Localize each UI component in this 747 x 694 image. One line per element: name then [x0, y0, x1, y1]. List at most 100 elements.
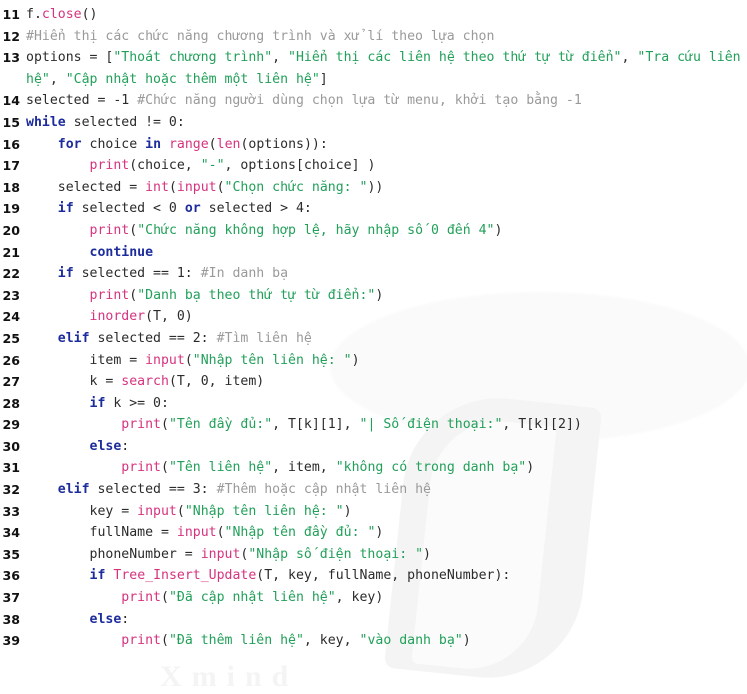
token-plain: fullName =: [26, 525, 177, 541]
line-number: 21: [2, 244, 20, 260]
token-plain: ): [462, 633, 471, 649]
code-line: 26 item = input("Nhập tên liên hệ: "): [0, 350, 747, 372]
token-plain: choice: [81, 136, 146, 152]
token-plain: selected == 2:: [89, 330, 217, 346]
token-fn: len: [216, 136, 241, 152]
line-source: else:: [26, 609, 747, 631]
line-source: elif selected == 2: #Tìm liên hệ: [26, 328, 747, 350]
code-line: 35 phoneNumber = input("Nhập số điện tho…: [0, 544, 747, 566]
code-line: 17 print(choice, "-", options[choice] ): [0, 155, 747, 177]
token-kw: for: [57, 136, 82, 152]
token-plain: (T, 0): [145, 309, 193, 325]
token-fn: input: [145, 352, 185, 368]
line-number: 15: [2, 114, 20, 130]
token-kw: else: [89, 438, 122, 454]
line-number: 13: [2, 50, 20, 66]
line-source: continue: [26, 242, 747, 264]
token-plain: (: [208, 136, 217, 152]
token-fn: close: [41, 7, 82, 22]
token-str: "Nhập tên liên hệ: ": [184, 503, 344, 519]
token-plain: , key): [335, 590, 384, 606]
token-plain: :: [121, 438, 130, 454]
token-plain: (: [216, 525, 225, 541]
token-plain: ): [343, 503, 352, 519]
token-plain: item =: [26, 352, 146, 368]
token-com: #Chức năng người dùng chọn lựa từ menu, …: [137, 93, 582, 109]
token-kw: if: [57, 201, 74, 217]
token-plain: (: [184, 352, 193, 368]
token-plain: ): [494, 222, 503, 238]
token-plain: (: [160, 460, 169, 476]
line-source: if selected < 0 or selected > 4:: [26, 198, 747, 220]
token-fn: print: [89, 158, 130, 174]
line-number: 27: [2, 374, 20, 390]
code-line: 30 else:: [0, 436, 747, 458]
token-fn: print: [121, 460, 161, 476]
code-line: 27 k = search(T, 0, item): [0, 371, 747, 393]
token-plain: (: [216, 179, 225, 195]
code-line: 13 options = ["Thoát chương trình", "Hiển…: [0, 47, 747, 90]
line-source: while selected != 0:: [26, 112, 747, 134]
token-kw: else: [89, 611, 122, 627]
code-line: 34 fullName = input("Nhập tên đầy đủ: "): [0, 522, 747, 544]
line-source: if Tree_Insert_Update(T, key, fullName, …: [26, 565, 747, 587]
token-fn: print: [121, 590, 161, 606]
token-fn: input: [200, 546, 241, 562]
code-line: 24 inorder(T, 0): [0, 306, 747, 328]
line-number: 36: [2, 568, 20, 584]
token-kw: elif: [57, 482, 90, 498]
token-com: #Tìm liên hệ: [216, 330, 312, 346]
token-fn: print: [121, 633, 161, 649]
line-number: 38: [2, 611, 20, 627]
token-plain: :: [121, 611, 130, 627]
line-source: if selected == 1: #In danh bạ: [26, 263, 747, 285]
line-source: item = input("Nhập tên liên hệ: "): [26, 350, 747, 372]
line-source: print("Chức năng không hợp lệ, hãy nhập …: [26, 220, 747, 242]
line-source: print("Tên đầy đủ:", T[k][1], "| Số điện…: [26, 414, 747, 436]
line-number: 11: [2, 7, 20, 22]
token-com: #Hiển thị các chức năng chương trình và …: [26, 28, 495, 44]
token-plain: (: [129, 287, 138, 303]
line-number: 22: [2, 266, 20, 282]
line-number: 20: [2, 222, 20, 238]
token-plain: ): [423, 546, 431, 562]
line-source: print("Đã cập nhật liên hệ", key): [26, 587, 747, 609]
token-plain: k =: [26, 374, 122, 390]
token-str: "Nhập tên liên hệ: ": [192, 352, 352, 368]
token-plain: ): [351, 352, 360, 368]
token-str: "Hiển thị các liên hệ theo thứ tự từ điể…: [288, 50, 622, 66]
token-plain: (: [168, 179, 177, 195]
line-source: options = ["Thoát chương trình", "Hiển t…: [26, 47, 747, 90]
token-fn: Tree_Insert_Update: [113, 568, 257, 584]
token-plain: options = [: [26, 50, 114, 66]
token-str: "Tên liên hệ": [168, 460, 273, 476]
code-line: 31 print("Tên liên hệ", item, "không có …: [0, 457, 747, 479]
code-line: 21 continue: [0, 242, 747, 264]
token-plain: ,: [272, 50, 289, 66]
token-com: #In danh bạ: [200, 266, 289, 282]
code-line: 33 key = input("Nhập tên liên hệ: "): [0, 501, 747, 523]
code-listing[interactable]: 11 f.close() 12 #Hiển thị các chức năng chư…: [0, 0, 747, 652]
line-number: 34: [2, 525, 20, 541]
token-plain: (T, key, fullName, phoneNumber):: [256, 568, 511, 584]
token-plain: selected != 0:: [65, 114, 185, 130]
line-source: inorder(T, 0): [26, 306, 747, 328]
token-str: "Đã cập nhật liên hệ": [168, 590, 336, 606]
token-plain: (T, 0, item): [168, 374, 265, 390]
token-plain: selected < 0: [73, 201, 185, 217]
line-number: 14: [2, 93, 20, 109]
token-kw: in: [145, 136, 162, 152]
token-fn: range: [168, 136, 209, 152]
token-fn: search: [121, 374, 169, 390]
token-plain: ,: [621, 50, 638, 66]
token-plain: (: [176, 503, 185, 519]
